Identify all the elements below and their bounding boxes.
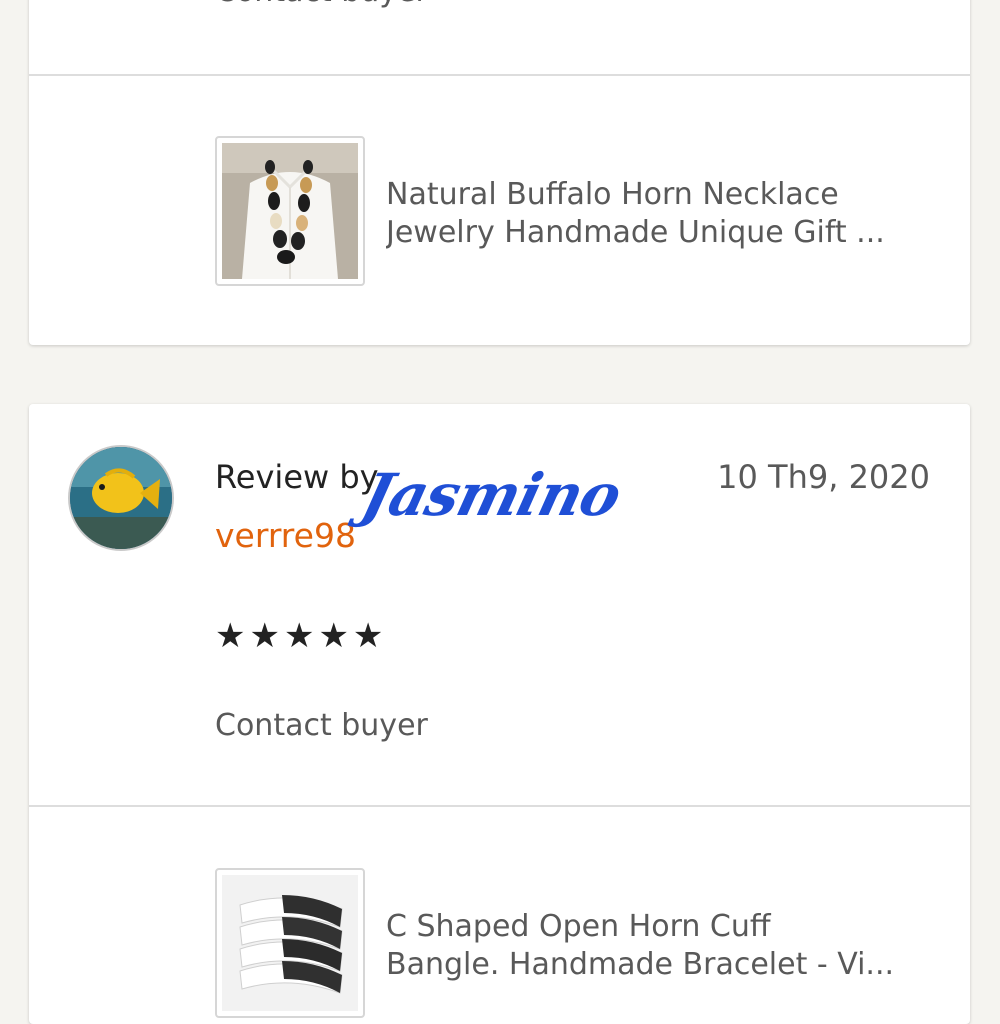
listing-thumbnail[interactable] xyxy=(215,868,365,1018)
listing-title-link[interactable]: C Shaped Open Horn Cuff Bangle. Handmade… xyxy=(386,908,936,984)
reviewer-name-link[interactable]: verrre98 xyxy=(215,516,356,555)
listing-title-line: Jewelry Handmade Unique Gift ... xyxy=(386,215,885,250)
listing-thumbnail[interactable] xyxy=(215,136,365,286)
watermark-signature: Jasmino xyxy=(355,461,628,529)
listing-title-line: Bangle. Handmade Bracelet - Vi... xyxy=(386,947,895,982)
yellow-fish-avatar-icon xyxy=(70,447,172,549)
contact-buyer-link[interactable]: Contact buyer xyxy=(215,0,428,9)
bracelet-image xyxy=(222,875,358,1011)
review-card: Review by verrre98 10 Th9, 2020 Jasmino … xyxy=(29,404,970,1024)
reviewer-avatar[interactable] xyxy=(68,445,174,551)
necklace-image xyxy=(222,143,358,279)
listing-title-link[interactable]: Natural Buffalo Horn Necklace Jewelry Ha… xyxy=(386,176,936,252)
star-rating: ★★★★★ xyxy=(215,616,388,656)
contact-buyer-link[interactable]: Contact buyer xyxy=(215,708,428,743)
review-card: Contact buyer Natural Buf xyxy=(29,0,970,345)
listing-title-line: C Shaped Open Horn Cuff xyxy=(386,909,771,944)
review-date: 10 Th9, 2020 xyxy=(717,458,930,496)
divider xyxy=(29,74,970,76)
listing-title-line: Natural Buffalo Horn Necklace xyxy=(386,177,839,212)
review-by-label: Review by xyxy=(215,458,379,496)
divider xyxy=(29,805,970,807)
